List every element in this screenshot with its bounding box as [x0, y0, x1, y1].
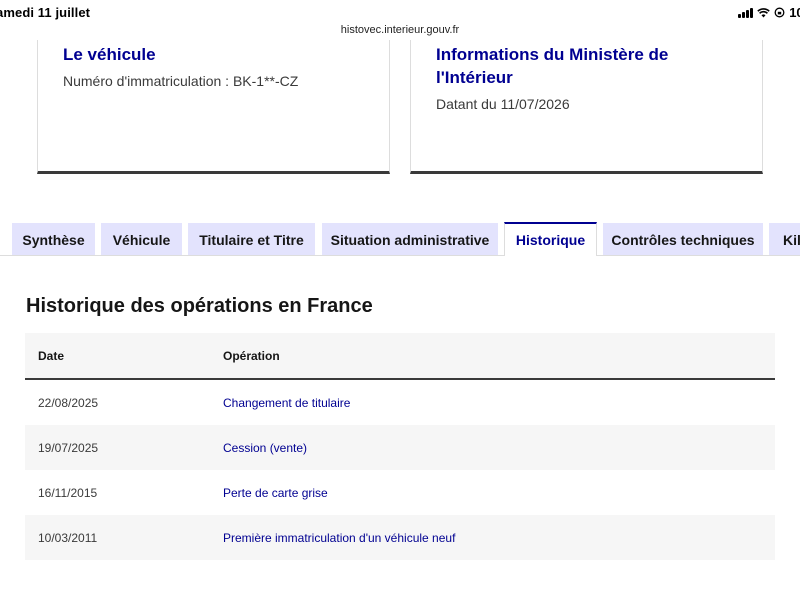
- row-operation-link[interactable]: Changement de titulaire: [223, 396, 350, 410]
- table-row: 19/07/2025 Cession (vente): [25, 425, 775, 470]
- tab-vehicule[interactable]: Véhicule: [101, 223, 182, 256]
- ministry-card-date: Datant du 11/07/2026: [436, 96, 570, 112]
- table-header: Date Opération: [25, 333, 775, 380]
- table-row: 16/11/2015 Perte de carte grise: [25, 470, 775, 515]
- orientation-lock-icon: [774, 7, 785, 18]
- column-header-date: Date: [38, 348, 65, 363]
- row-operation-link[interactable]: Première immatriculation d'un véhicule n…: [223, 531, 455, 545]
- status-time: amedi 11 juillet: [0, 5, 91, 20]
- history-table: Date Opération 22/08/2025 Changement de …: [25, 333, 775, 560]
- status-indicators: 10(: [738, 5, 800, 20]
- table-row: 10/03/2011 Première immatriculation d'un…: [25, 515, 775, 560]
- row-date: 19/07/2025: [38, 440, 99, 455]
- ministry-card: Informations du Ministère de l'Intérieur…: [410, 40, 763, 174]
- row-date: 16/11/2015: [38, 485, 98, 500]
- history-section-title: Historique des opérations en France: [26, 295, 373, 317]
- ministry-card-title[interactable]: Informations du Ministère de l'Intérieur: [436, 43, 736, 89]
- tab-historique[interactable]: Historique: [504, 222, 597, 256]
- wifi-icon: [757, 7, 770, 17]
- row-date: 22/08/2025: [38, 395, 99, 410]
- browser-url-bar[interactable]: histovec.interieur.gouv.fr: [0, 22, 800, 42]
- row-date: 10/03/2011: [38, 530, 98, 545]
- tab-list: Synthèse Véhicule Titulaire et Titre Sit…: [0, 222, 800, 256]
- vehicle-card-title[interactable]: Le véhicule: [63, 43, 156, 66]
- row-operation-link[interactable]: Cession (vente): [223, 441, 307, 455]
- vehicle-card: Le véhicule Numéro d'immatriculation : B…: [37, 40, 390, 174]
- cellular-signal-icon: [738, 7, 754, 18]
- battery-percentage: 10(: [789, 5, 800, 20]
- tab-controles-techniques[interactable]: Contrôles techniques: [603, 223, 763, 256]
- vehicle-card-plate: Numéro d'immatriculation : BK-1**-CZ: [63, 73, 299, 89]
- tab-kilometrage[interactable]: Kil: [769, 223, 800, 256]
- table-row: 22/08/2025 Changement de titulaire: [25, 380, 775, 425]
- column-header-operation: Opération: [223, 348, 280, 363]
- status-bar: amedi 11 juillet 10(: [0, 0, 800, 22]
- tab-synthese[interactable]: Synthèse: [12, 223, 95, 256]
- tab-titulaire-et-titre[interactable]: Titulaire et Titre: [188, 223, 315, 256]
- url-text: histovec.interieur.gouv.fr: [340, 24, 460, 36]
- tab-situation-administrative[interactable]: Situation administrative: [322, 223, 498, 256]
- row-operation-link[interactable]: Perte de carte grise: [223, 486, 328, 500]
